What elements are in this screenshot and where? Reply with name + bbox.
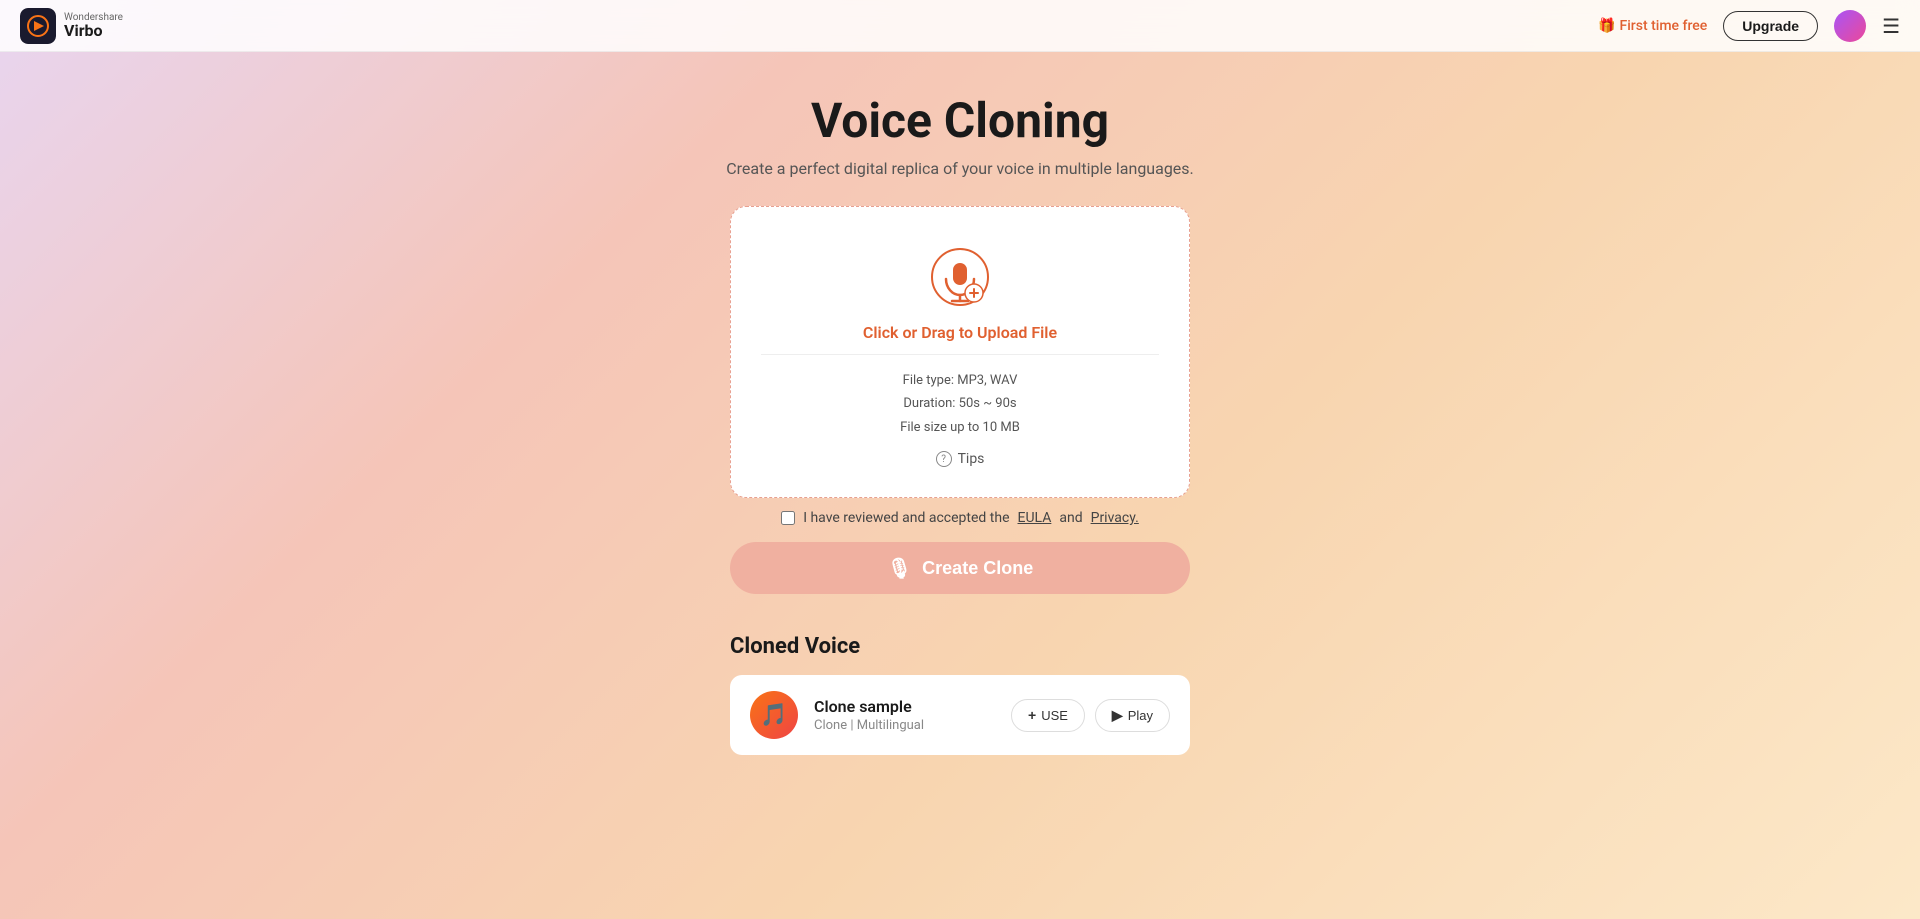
avatar[interactable] — [1834, 10, 1866, 42]
upload-card[interactable]: Click or Drag to Upload File File type: … — [730, 206, 1190, 498]
file-type-text: File type: MP3, WAV — [761, 369, 1159, 392]
tips-label: Tips — [958, 451, 985, 467]
eula-link[interactable]: EULA — [1018, 510, 1052, 526]
play-label: Play — [1128, 708, 1153, 723]
cloned-section-title: Cloned Voice — [730, 634, 1190, 659]
gift-icon: 🎁 — [1598, 18, 1615, 34]
page-subtitle: Create a perfect digital replica of your… — [726, 159, 1194, 178]
mic-upload-icon — [928, 247, 992, 311]
play-icon: ▶ — [1112, 707, 1123, 724]
privacy-link[interactable]: Privacy. — [1091, 510, 1139, 526]
header: Wondershare Virbo 🎁 First time free Upgr… — [0, 0, 1920, 52]
logo-area[interactable]: Wondershare Virbo — [20, 8, 123, 44]
clone-name: Clone sample — [814, 697, 995, 716]
header-right: 🎁 First time free Upgrade ☰ — [1598, 10, 1900, 42]
cloned-voice-section: Cloned Voice 🎵 Clone sample Clone | Mult… — [730, 634, 1190, 755]
first-time-free-badge: 🎁 First time free — [1598, 18, 1707, 34]
create-clone-label: Create Clone — [922, 558, 1033, 579]
clone-meta: Clone | Multilingual — [814, 718, 995, 733]
file-size-text: File size up to 10 MB — [761, 416, 1159, 439]
use-button[interactable]: + USE — [1011, 699, 1085, 732]
use-label: USE — [1041, 708, 1068, 723]
clone-actions: + USE ▶ Play — [1011, 699, 1170, 732]
page-title: Voice Cloning — [811, 92, 1109, 149]
main-content: Voice Cloning Create a perfect digital r… — [0, 0, 1920, 919]
logo-text: Wondershare Virbo — [64, 13, 123, 39]
upload-label[interactable]: Click or Drag to Upload File — [863, 323, 1057, 342]
agreement-text-middle: and — [1059, 510, 1082, 526]
use-icon: + — [1028, 707, 1036, 723]
menu-icon[interactable]: ☰ — [1882, 14, 1900, 38]
clone-info: Clone sample Clone | Multilingual — [814, 697, 995, 733]
logo-icon — [20, 8, 56, 44]
agreement-text-before: I have reviewed and accepted the — [803, 510, 1009, 526]
duration-text: Duration: 50s ~ 90s — [761, 392, 1159, 415]
upgrade-button[interactable]: Upgrade — [1723, 11, 1818, 41]
agreement-checkbox[interactable] — [781, 511, 795, 525]
tips-row[interactable]: ? Tips — [936, 451, 985, 467]
clone-avatar: 🎵 — [750, 691, 798, 739]
tips-icon: ? — [936, 451, 952, 467]
create-clone-icon: 🎙 — [887, 556, 912, 581]
agreement-row: I have reviewed and accepted the EULA an… — [781, 510, 1139, 526]
play-button[interactable]: ▶ Play — [1095, 699, 1170, 732]
logo-product: Virbo — [64, 23, 123, 39]
clone-item-card: 🎵 Clone sample Clone | Multilingual + US… — [730, 675, 1190, 755]
file-info: File type: MP3, WAV Duration: 50s ~ 90s … — [761, 354, 1159, 439]
create-clone-button[interactable]: 🎙 Create Clone — [730, 542, 1190, 594]
